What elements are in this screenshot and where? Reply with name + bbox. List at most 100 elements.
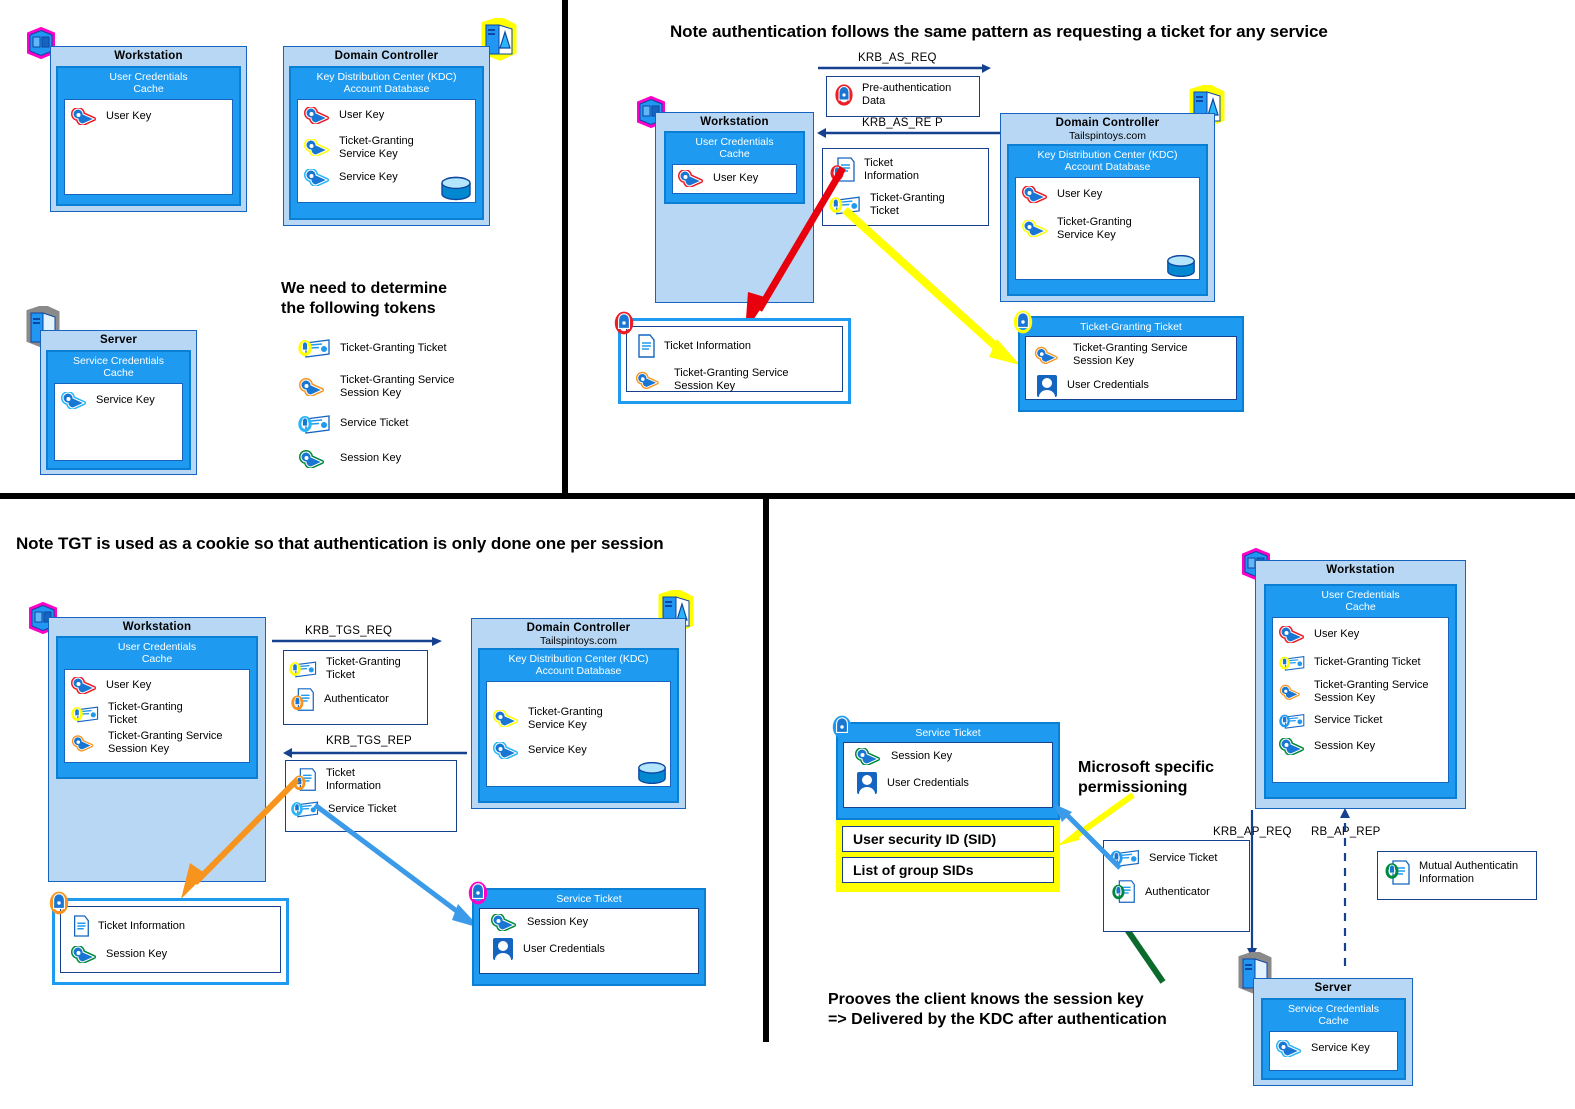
list-item: Service Ticket xyxy=(298,413,548,435)
key-orange-icon xyxy=(635,371,659,389)
database-icon xyxy=(441,176,471,200)
divider-horizontal xyxy=(0,493,1575,499)
q1-dc-cache-title: Key Distribution Center (KDC) Account Da… xyxy=(316,71,457,96)
q4-blue-connector-arrow xyxy=(1054,804,1122,870)
list-item-label: Ticket-Granting Ticket xyxy=(340,341,447,354)
list-item-label: User Credentials xyxy=(523,942,605,955)
q2-decrypted-body: Ticket Information Ticket-Granting Servi… xyxy=(626,326,843,392)
list-item: Ticket-Granting Service Session Key xyxy=(1034,342,1228,368)
list-item-label: Ticket Information xyxy=(326,767,382,792)
lock-orange-badge-icon xyxy=(49,891,69,915)
q4-workstation-cache: User Credentials Cache User Key Ticket-G… xyxy=(1264,584,1457,799)
list-item: Ticket-Granting Service Key xyxy=(493,706,664,732)
list-item-label: Service Key xyxy=(339,170,398,183)
q2-as-req-box: Pre-authentication Data xyxy=(826,76,980,117)
list-item: User Credentials xyxy=(854,770,1042,796)
list-item: Session Key xyxy=(71,946,270,963)
user-icon xyxy=(1037,374,1057,397)
list-item: Ticket Information xyxy=(71,914,270,938)
key-red-icon xyxy=(71,107,96,125)
list-item-label: Authenticator xyxy=(1145,885,1210,898)
list-item: Service Key xyxy=(1276,1039,1391,1057)
list-item-label: Ticket-Granting Service Key xyxy=(528,705,603,731)
q3-tgs-req-box: Ticket-Granting Ticket Authenticator xyxy=(283,650,428,725)
list-item-label: Ticket-Granting Ticket xyxy=(1314,656,1421,669)
list-item-label: User Key xyxy=(106,678,152,691)
list-item: User Key xyxy=(1022,185,1193,203)
list-item: Authenticator xyxy=(1110,878,1243,906)
list-item-label: Ticket-Granting Service Session Key xyxy=(674,367,789,392)
q3-dc-cache-body: Ticket-Granting Service Key Service Key xyxy=(486,680,671,787)
key-orange-icon xyxy=(299,378,324,396)
key-blue-icon xyxy=(61,391,86,409)
list-item: Session Key xyxy=(854,748,1042,765)
list-item-label: Pre-authentication Data xyxy=(862,82,952,107)
q2-yellow-arrow xyxy=(842,207,1020,365)
sid-row: User security ID (SID) xyxy=(842,826,1054,852)
q3-service-ticket-title: Service Ticket xyxy=(556,893,622,905)
list-item: Ticket-Granting Service Key xyxy=(304,135,469,161)
list-item-label: User Key xyxy=(1057,187,1103,200)
q1-server-cache-title: Service Credentials Cache xyxy=(72,355,165,380)
q4-workstation-cache-title: User Credentials Cache xyxy=(1321,589,1400,614)
q4-workstation-title: Workstation xyxy=(1326,564,1395,576)
key-orange-icon xyxy=(71,734,94,752)
doc-green-icon xyxy=(1112,880,1135,903)
lock-red-icon xyxy=(835,84,853,106)
q3-tgs-req-arrow xyxy=(272,637,442,646)
key-red-icon xyxy=(1022,185,1047,203)
q3-workstation-cache: User Credentials Cache User Key Ticket-G… xyxy=(56,636,258,779)
list-item: Ticket-Granting Ticket xyxy=(289,656,422,682)
list-item-label: User Key xyxy=(339,108,385,121)
q1-server-title: Server xyxy=(99,334,137,346)
list-item: Pre-authentication Data xyxy=(833,82,973,108)
key-red-icon xyxy=(678,169,703,187)
key-green-icon xyxy=(855,748,880,765)
divider-vertical-top xyxy=(562,0,568,499)
key-green-icon xyxy=(299,449,324,468)
key-green-icon xyxy=(71,946,96,963)
q2-tgt-body: Ticket-Granting Service Session Key User… xyxy=(1025,336,1237,400)
list-item-label: Session Key xyxy=(891,750,953,763)
sid-row: List of group SIDs xyxy=(842,857,1054,883)
list-item: Session Key xyxy=(1279,737,1442,755)
q3-service-ticket-body: Session Key User Credentials xyxy=(479,908,699,974)
key-blue-icon xyxy=(493,741,518,759)
doc-orange-icon xyxy=(291,688,314,711)
q3-decrypted-panel: Ticket Information Session Key xyxy=(52,898,289,985)
list-item: Ticket Information xyxy=(291,766,451,794)
divider-vertical-bottom xyxy=(763,497,769,1042)
q1-server-cache-body: Service Key xyxy=(54,382,183,461)
list-item-label: Ticket-Granting Service Key xyxy=(339,134,414,160)
key-blue-icon xyxy=(304,168,329,186)
key-yellow-icon xyxy=(304,139,329,157)
q3-tgs-rep-arrow xyxy=(283,748,467,758)
key-red-icon xyxy=(304,106,329,124)
list-item: User Key xyxy=(71,107,226,125)
q4-server-cache-title: Service Credentials Cache xyxy=(1287,1003,1380,1028)
q4-server-cache: Service Credentials Cache Service Key xyxy=(1261,998,1406,1080)
list-item: Ticket-Granting Service Session Key xyxy=(298,374,548,400)
q1-server-cache: Service Credentials Cache Service Key xyxy=(46,350,191,470)
lock-red-badge-icon xyxy=(614,311,634,335)
list-item-label: Session Key xyxy=(106,948,168,961)
list-item: Service Key xyxy=(61,391,176,409)
q2-as-req-label: KRB_AS_REQ xyxy=(858,52,937,64)
q2-as-req-arrow xyxy=(818,64,991,73)
ticket-yellow-icon xyxy=(289,661,317,678)
list-item-label: Ticket Information xyxy=(664,339,752,352)
q2-headline: Note authentication follows the same pat… xyxy=(670,22,1328,41)
list-item-label: Service Key xyxy=(1311,1041,1370,1054)
list-item: User Credentials xyxy=(1034,373,1228,399)
list-item: Ticket-Granting Ticket xyxy=(71,701,243,727)
doc-plain-icon xyxy=(638,334,655,358)
list-item-label: Mutual Authenticatin Information xyxy=(1419,860,1519,885)
q2-dc-cache: Key Distribution Center (KDC) Account Da… xyxy=(1007,144,1208,296)
lock-blue-badge-icon xyxy=(832,715,852,739)
q3-tgs-rep-label: KRB_TGS_REP xyxy=(326,735,412,747)
database-icon xyxy=(1167,254,1195,277)
list-item-label: Service Ticket xyxy=(340,417,409,430)
list-item: Ticket-Granting Ticket xyxy=(1279,652,1442,674)
q1-workstation-title: Workstation xyxy=(114,50,183,62)
q3-dc-title: Domain Controller xyxy=(526,622,631,634)
